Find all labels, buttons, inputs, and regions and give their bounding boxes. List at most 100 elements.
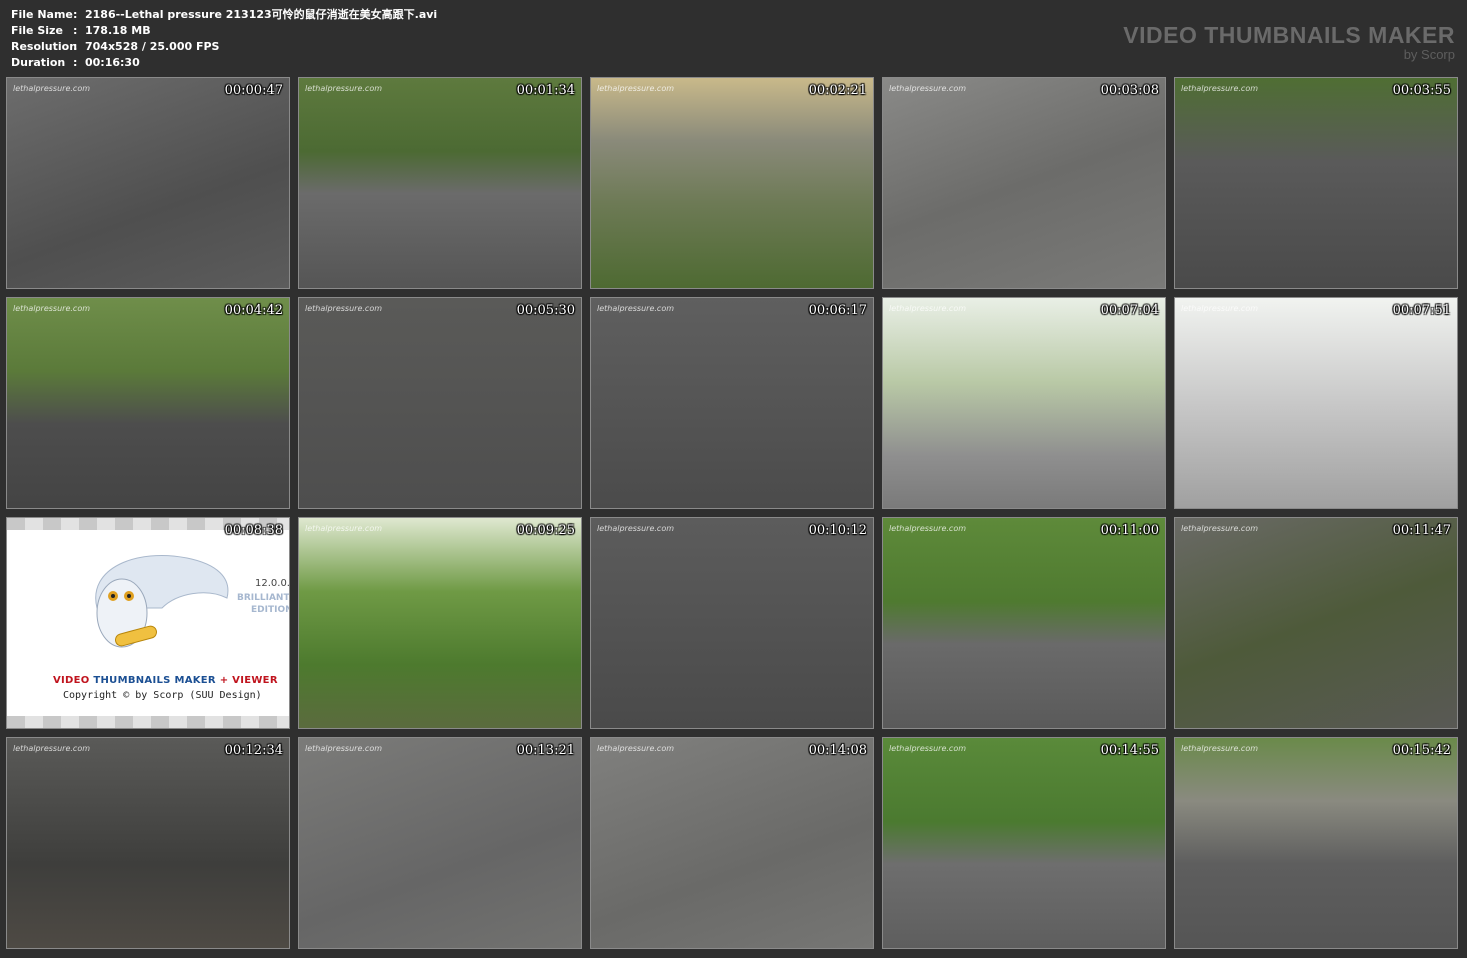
timestamp: 00:08:38: [224, 523, 283, 538]
thumbnail-frame[interactable]: lethalpressure.com 00:09:25: [298, 517, 582, 729]
info-label: File Size: [11, 24, 63, 37]
watermark: lethalpressure.com: [597, 744, 675, 753]
watermark: lethalpressure.com: [889, 744, 967, 753]
watermark: lethalpressure.com: [13, 744, 91, 753]
thumbnail-frame[interactable]: lethalpressure.com 00:11:47: [1174, 517, 1458, 729]
thumbnail-frame[interactable]: lethalpressure.com 00:10:12: [590, 517, 874, 729]
file-info: File Name : 2186--Lethal pressure 213123…: [11, 7, 437, 71]
splash-edition: BRILLIANT EDITION: [237, 593, 290, 615]
thumbnail-image: [7, 738, 289, 948]
file-size-value: 178.18 MB: [85, 24, 151, 37]
thumbnail-image: [7, 298, 289, 508]
timestamp: 00:11:47: [1392, 523, 1451, 538]
thumbnail-image: [7, 78, 289, 288]
watermark: lethalpressure.com: [889, 524, 967, 533]
thumbnail-frame[interactable]: lethalpressure.com 00:01:34: [298, 77, 582, 289]
thumbnail-frame[interactable]: lethalpressure.com 00:14:08: [590, 737, 874, 949]
owl-logo-icon: [95, 554, 229, 648]
watermark: lethalpressure.com: [13, 304, 91, 313]
info-row-resolution: Resolution : 704x528 / 25.000 FPS: [11, 40, 220, 53]
thumbnail-image: [299, 78, 581, 288]
splash-brand: VIDEO THUMBNAILS MAKER + VIEWER: [53, 675, 278, 686]
thumbnail-frame[interactable]: lethalpressure.com 00:15:42: [1174, 737, 1458, 949]
thumbnail-image: [883, 298, 1165, 508]
thumbnail-image: [1175, 518, 1457, 728]
thumbnail-frame[interactable]: lethalpressure.com 00:07:04: [882, 297, 1166, 509]
timestamp: 00:14:08: [808, 743, 867, 758]
thumbnail-image: [883, 78, 1165, 288]
timestamp: 00:07:51: [1392, 303, 1451, 318]
thumbnail-image: [883, 518, 1165, 728]
timestamp: 00:00:47: [224, 83, 283, 98]
watermark: lethalpressure.com: [889, 84, 967, 93]
duration-value: 00:16:30: [85, 56, 140, 69]
timestamp: 00:12:34: [224, 743, 283, 758]
thumbnail-image: [299, 738, 581, 948]
thumbnail-frame[interactable]: lethalpressure.com 00:13:21: [298, 737, 582, 949]
info-row-file-size: File Size : 178.18 MB: [11, 24, 151, 37]
brand-title: VIDEO THUMBNAILS MAKER: [1123, 22, 1455, 48]
watermark: lethalpressure.com: [1181, 524, 1259, 533]
splash-copyright: Copyright © by Scorp (SUU Design): [63, 690, 262, 701]
thumbnail-image: [591, 298, 873, 508]
thumbnail-frame[interactable]: lethalpressure.com 00:07:51: [1174, 297, 1458, 509]
info-row-file-name: File Name : 2186--Lethal pressure 213123…: [11, 8, 438, 21]
watermark: lethalpressure.com: [305, 84, 383, 93]
info-label: Resolution: [11, 40, 78, 53]
thumbnail-image: [591, 738, 873, 948]
info-row-duration: Duration : 00:16:30: [11, 56, 140, 69]
thumbnail-frame[interactable]: lethalpressure.com 00:04:42: [6, 297, 290, 509]
timestamp: 00:03:55: [1392, 83, 1451, 98]
splash-screen: VIDEO THUMBNAILS MAKER + VIEWER Copyright…: [7, 530, 290, 716]
splash-version: 12.0.0.: [255, 578, 290, 589]
thumbnail-frame[interactable]: lethalpressure.com 00:06:17: [590, 297, 874, 509]
timestamp: 00:04:42: [224, 303, 283, 318]
timestamp: 00:11:00: [1100, 523, 1159, 538]
thumbnail-frame[interactable]: lethalpressure.com 00:05:30: [298, 297, 582, 509]
thumbnail-frame[interactable]: lethalpressure.com 00:00:47: [6, 77, 290, 289]
watermark: lethalpressure.com: [597, 304, 675, 313]
watermark: lethalpressure.com: [13, 84, 91, 93]
thumbnail-image: VIDEO THUMBNAILS MAKER + VIEWER Copyright…: [7, 518, 289, 728]
watermark: lethalpressure.com: [1181, 84, 1259, 93]
thumbnail-frame[interactable]: VIDEO THUMBNAILS MAKER + VIEWER Copyright…: [6, 517, 290, 729]
timestamp: 00:15:42: [1392, 743, 1451, 758]
info-label: File Name: [11, 8, 73, 21]
timestamp: 00:09:25: [516, 523, 575, 538]
thumbnail-image: [1175, 738, 1457, 948]
timestamp: 00:13:21: [516, 743, 575, 758]
timestamp: 00:14:55: [1100, 743, 1159, 758]
file-name-value: 2186--Lethal pressure 213123可怜的鼠仔消逝在美女高跟…: [85, 8, 438, 21]
watermark: lethalpressure.com: [889, 304, 967, 313]
thumbnail-image: [1175, 78, 1457, 288]
resolution-value: 704x528 / 25.000 FPS: [85, 40, 220, 53]
thumbnail-image: [883, 738, 1165, 948]
watermark: lethalpressure.com: [305, 304, 383, 313]
thumbnail-frame[interactable]: lethalpressure.com 00:02:21: [590, 77, 874, 289]
thumbnail-image: [299, 298, 581, 508]
timestamp: 00:05:30: [516, 303, 575, 318]
thumbnail-image: [299, 518, 581, 728]
watermark: lethalpressure.com: [305, 744, 383, 753]
thumbnail-image: [591, 78, 873, 288]
timestamp: 00:07:04: [1100, 303, 1159, 318]
timestamp: 00:10:12: [808, 523, 867, 538]
brand-logo: VIDEO THUMBNAILS MAKER by Scorp: [1123, 22, 1455, 62]
brand-subtitle: by Scorp: [1403, 47, 1455, 62]
thumbnail-frame[interactable]: lethalpressure.com 00:14:55: [882, 737, 1166, 949]
timestamp: 00:06:17: [808, 303, 867, 318]
watermark: lethalpressure.com: [597, 524, 675, 533]
watermark: lethalpressure.com: [597, 84, 675, 93]
watermark: lethalpressure.com: [1181, 304, 1259, 313]
thumbnail-frame[interactable]: lethalpressure.com 00:03:08: [882, 77, 1166, 289]
thumbnail-image: [1175, 298, 1457, 508]
thumbnail-image: [591, 518, 873, 728]
timestamp: 00:03:08: [1100, 83, 1159, 98]
thumbnail-frame[interactable]: lethalpressure.com 00:03:55: [1174, 77, 1458, 289]
thumbnail-frame[interactable]: lethalpressure.com 00:11:00: [882, 517, 1166, 729]
watermark: lethalpressure.com: [1181, 744, 1259, 753]
thumbnail-frame[interactable]: lethalpressure.com 00:12:34: [6, 737, 290, 949]
timestamp: 00:01:34: [516, 83, 575, 98]
timestamp: 00:02:21: [808, 83, 867, 98]
info-label: Duration: [11, 56, 66, 69]
